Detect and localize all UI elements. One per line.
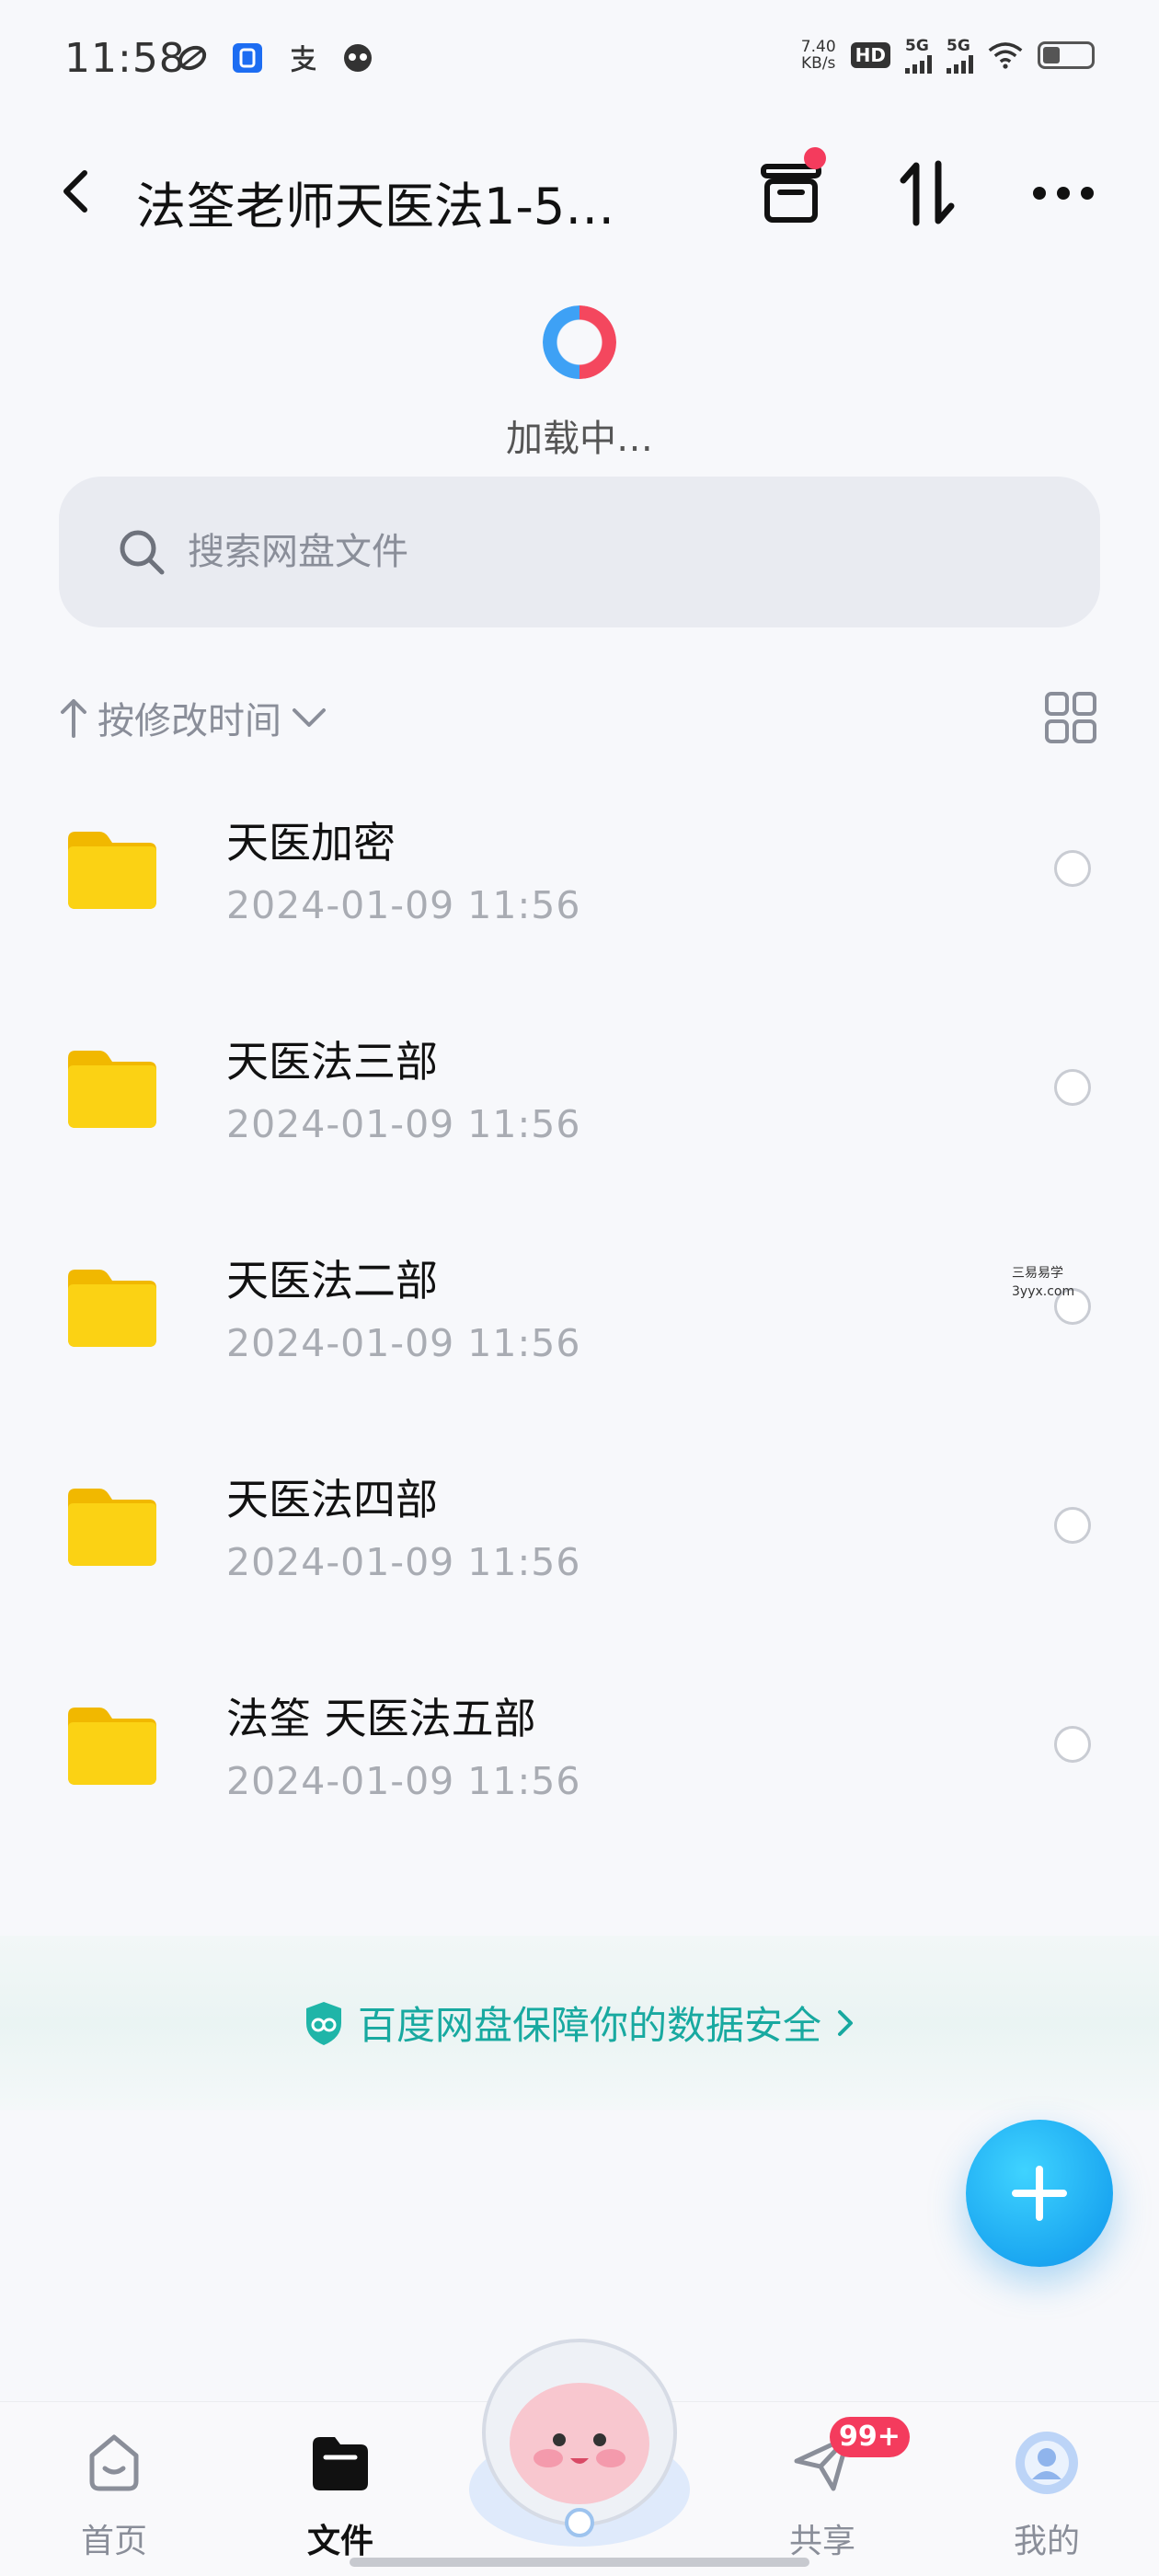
search-input[interactable] xyxy=(188,513,1016,591)
folder-nav-icon xyxy=(313,2437,368,2490)
file-name: 天医加密 xyxy=(226,818,396,868)
home-indicator xyxy=(350,2558,809,2567)
file-date: 2024-01-09 11:56 xyxy=(226,1759,581,1803)
sim2-label: 5G xyxy=(947,37,970,55)
mascot-button[interactable] xyxy=(464,2333,695,2554)
file-date: 2024-01-09 11:56 xyxy=(226,1102,581,1146)
loading-spinner-icon xyxy=(543,305,616,379)
sim1-label: 5G xyxy=(905,37,929,55)
select-checkbox[interactable] xyxy=(1054,1507,1091,1544)
file-row[interactable]: 法筌 天医法五部 2024-01-09 11:56 xyxy=(0,1667,1159,1886)
nav-files-label: 文件 xyxy=(306,2523,373,2560)
status-time: 11:58 xyxy=(64,35,186,82)
back-arrow-icon xyxy=(63,170,87,213)
watermark-line2: 3yyx.com xyxy=(1012,1284,1075,1299)
hd-badge: HD xyxy=(850,42,890,68)
alipay-icon xyxy=(285,40,320,75)
grid-view-icon[interactable] xyxy=(1043,690,1098,745)
folder-icon xyxy=(68,1051,156,1128)
network-speed-value: 7.40 xyxy=(800,38,836,56)
nav-home-label: 首页 xyxy=(80,2523,147,2560)
safety-banner-content: 百度网盘保障你的数据安全 xyxy=(0,1995,1159,2051)
loop-icon xyxy=(175,40,210,75)
share-count-badge: 99+ xyxy=(830,2417,910,2457)
network-speed: 7.40 KB/s xyxy=(801,39,836,72)
nav-share[interactable]: 共享 99+ xyxy=(758,2417,910,2568)
safety-banner[interactable]: 百度网盘保障你的数据安全 xyxy=(0,1936,1159,2110)
back-button[interactable] xyxy=(48,164,103,219)
avatar-icon xyxy=(1016,2432,1078,2494)
add-button[interactable] xyxy=(966,2120,1113,2267)
shield-icon xyxy=(305,2001,341,2045)
page-title: 法筌老师天医法1-5… xyxy=(136,178,615,236)
nav-home[interactable]: 首页 xyxy=(50,2421,178,2568)
folder-icon xyxy=(68,832,156,909)
notification-dot xyxy=(804,147,826,169)
baidu-app-icon xyxy=(230,40,265,75)
search-icon xyxy=(120,530,165,575)
up-down-arrows-icon xyxy=(900,160,955,226)
file-row[interactable]: 天医法二部 2024-01-09 11:56 xyxy=(0,1229,1159,1448)
home-icon xyxy=(89,2434,139,2491)
sort-transfer-button[interactable] xyxy=(889,155,966,232)
network-speed-unit: KB/s xyxy=(801,54,836,73)
nav-files[interactable]: 文件 xyxy=(276,2421,405,2568)
file-name: 天医法二部 xyxy=(226,1256,438,1305)
watermark: 三易易学 3yyx.com xyxy=(1012,1264,1074,1301)
nav-share-label: 共享 xyxy=(788,2523,855,2560)
file-date: 2024-01-09 11:56 xyxy=(226,1540,581,1584)
status-right-indicators: 7.40 KB/s HD 5G 5G xyxy=(801,37,1095,74)
status-app-icons xyxy=(175,40,375,75)
file-name: 法筌 天医法五部 xyxy=(226,1694,536,1743)
loading-text: 加载中… xyxy=(506,418,653,460)
file-row[interactable]: 天医加密 2024-01-09 11:56 xyxy=(0,791,1159,1010)
file-date: 2024-01-09 11:56 xyxy=(226,883,581,927)
header-bar: 法筌老师天医法1-5… xyxy=(0,138,1159,248)
transfer-box-button[interactable] xyxy=(752,147,830,232)
chevron-down-icon xyxy=(293,708,326,727)
file-date: 2024-01-09 11:56 xyxy=(226,1321,581,1365)
more-options-button[interactable] xyxy=(1025,155,1102,232)
sort-label: 按修改时间 xyxy=(98,700,281,742)
file-row[interactable]: 天医法四部 2024-01-09 11:56 xyxy=(0,1448,1159,1667)
select-checkbox[interactable] xyxy=(1054,850,1091,887)
file-row[interactable]: 天医法三部 2024-01-09 11:56 xyxy=(0,1010,1159,1229)
status-bar: 11:58 7.40 KB/s HD 5G 5G xyxy=(0,0,1159,120)
nav-me-label: 我的 xyxy=(1013,2523,1080,2560)
select-checkbox[interactable] xyxy=(1054,1069,1091,1106)
folder-icon xyxy=(68,1489,156,1566)
file-name: 天医法四部 xyxy=(226,1475,438,1524)
sort-control[interactable]: 按修改时间 xyxy=(59,688,327,747)
folder-icon xyxy=(68,1708,156,1785)
file-name: 天医法三部 xyxy=(226,1037,438,1087)
search-box[interactable] xyxy=(59,477,1100,627)
wifi-icon xyxy=(988,38,1023,73)
signal-sim1-icon: 5G xyxy=(905,37,932,74)
signal-sim2-icon: 5G xyxy=(947,37,973,74)
battery-icon xyxy=(1038,41,1095,69)
nav-me[interactable]: 我的 xyxy=(982,2421,1111,2568)
archive-box-icon xyxy=(761,164,821,223)
folder-icon xyxy=(68,1270,156,1347)
select-checkbox[interactable] xyxy=(1054,1726,1091,1763)
watermark-line1: 三易易学 xyxy=(1012,1266,1063,1281)
more-dots-icon xyxy=(1033,187,1094,200)
safety-banner-text: 百度网盘保障你的数据安全 xyxy=(357,2003,821,2048)
chevron-right-icon xyxy=(838,2009,853,2036)
plus-icon xyxy=(1012,2166,1067,2221)
sort-up-arrow-icon xyxy=(61,699,86,738)
mascot-face-icon xyxy=(340,40,375,75)
